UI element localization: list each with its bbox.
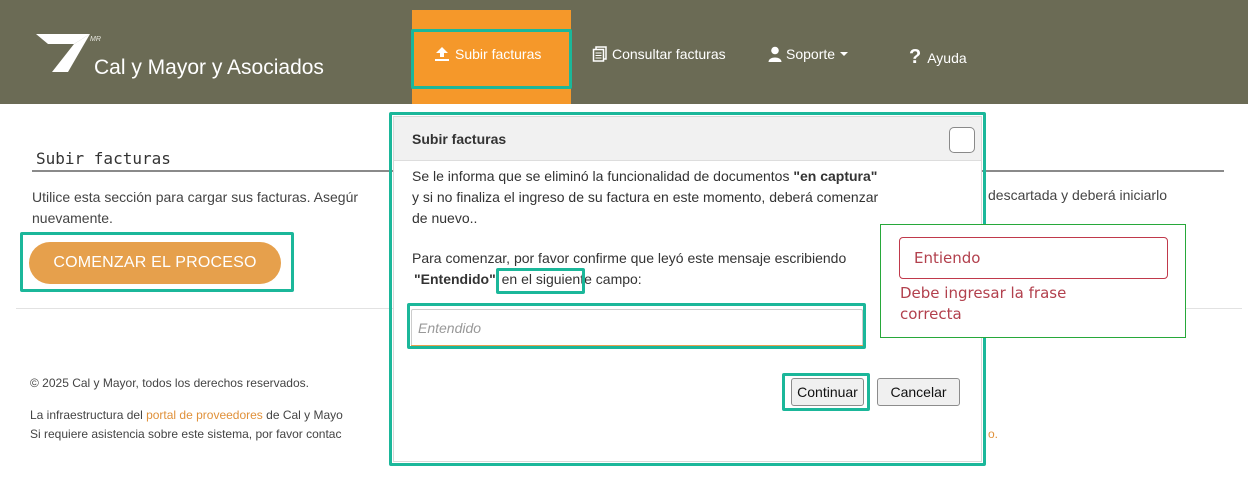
invalid-phrase-field[interactable]: Entiendo (899, 237, 1168, 279)
question-icon: ? (909, 46, 922, 68)
nav-item-label: Ayuda (927, 49, 967, 66)
chevron-down-icon (839, 50, 849, 58)
nav-item-consultar-facturas[interactable]: Consultar facturas (592, 46, 726, 62)
page-intro: Utilice esta sección para cargar sus fac… (32, 187, 392, 229)
top-navbar: MR Cal y Mayor y Asociados Subir factura… (0, 0, 1248, 104)
validation-error-message: Debe ingresar la frase correcta (900, 284, 1067, 323)
footer-text: La infraestructura del (30, 408, 147, 422)
intro-text-2: nuevamente. (32, 210, 113, 226)
footer-infrastructure: La infraestructura del portal de proveed… (30, 408, 343, 422)
brand-name: Cal y Mayor y Asociados (94, 56, 324, 79)
footer-assistance-end[interactable]: o. (988, 427, 998, 441)
user-icon (768, 46, 782, 62)
brand-logo[interactable]: MR Cal y Mayor y Asociados (28, 30, 368, 80)
nav-item-soporte[interactable]: Soporte (768, 46, 849, 62)
documents-icon (592, 46, 608, 62)
footer-assistance: Si requiere asistencia sobre este sistem… (30, 427, 342, 441)
highlight-start-button (20, 232, 294, 292)
footer-copyright: © 2025 Cal y Mayor, todos los derechos r… (30, 376, 309, 390)
page-intro-continued: descartada y deberá iniciarlo (988, 187, 1167, 203)
nav-item-ayuda[interactable]: ? Ayuda (909, 46, 967, 69)
nav-item-label: Soporte (786, 46, 836, 62)
logo-mark-icon (36, 34, 90, 72)
footer-text: de Cal y Mayo (262, 408, 343, 422)
highlight-nav-active (411, 29, 572, 89)
page-title: Subir facturas (36, 149, 171, 168)
nav-item-label: Consultar facturas (612, 46, 726, 62)
supplier-portal-link[interactable]: portal de proveedores (146, 408, 263, 422)
intro-text: Utilice esta sección para cargar sus fac… (32, 189, 359, 205)
validation-callout: Entiendo Debe ingresar la frase correcta (880, 224, 1186, 338)
trademark-mark: MR (90, 36, 101, 43)
